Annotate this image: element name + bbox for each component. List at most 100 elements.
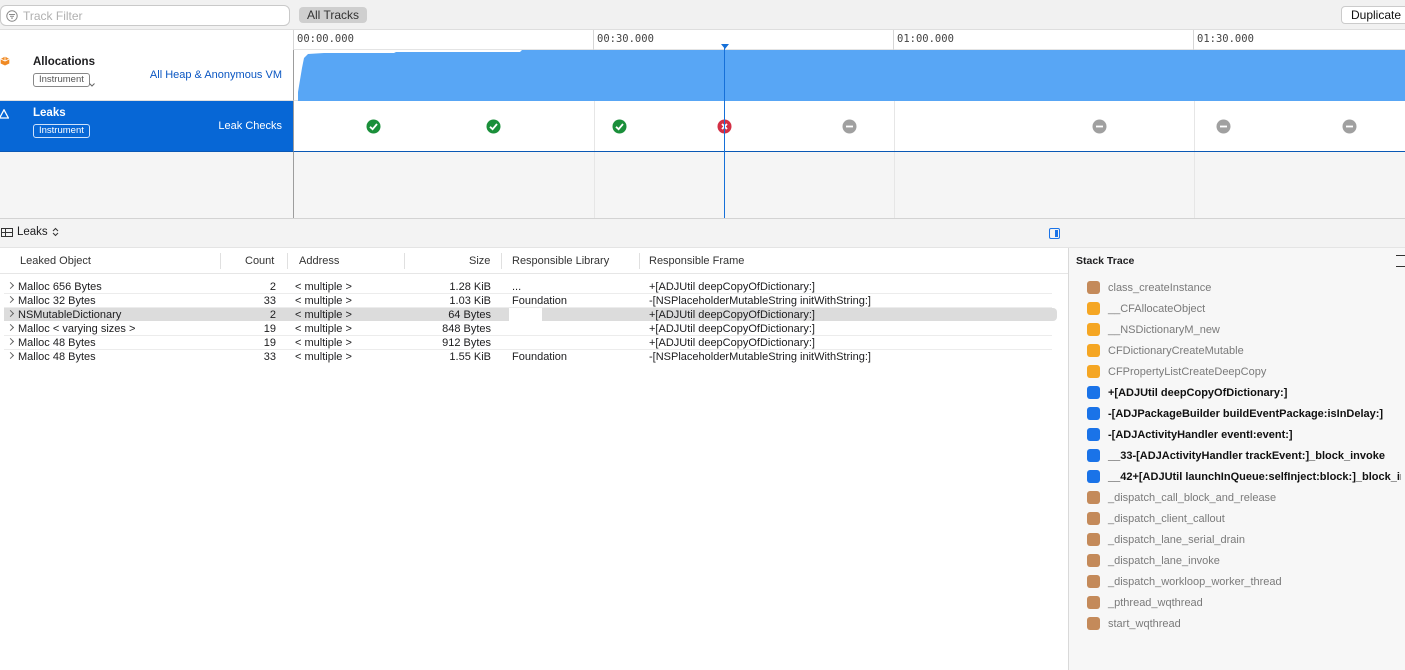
stack-frame[interactable]: CFDictionaryCreateMutable (1087, 343, 1401, 359)
leak-checks-lane[interactable] (293, 101, 1405, 152)
stack-frame[interactable]: +[ADJUtil deepCopyOfDictionary:] (1087, 385, 1401, 401)
table-row[interactable]: Malloc 48 Bytes 19 < multiple > 912 Byte… (0, 336, 1068, 350)
stack-frame[interactable]: CFPropertyListCreateDeepCopy (1087, 364, 1401, 380)
column-header-frame[interactable]: Responsible Frame (649, 255, 744, 267)
cell-frame: -[NSPlaceholderMutableString initWithStr… (649, 295, 871, 307)
table-row[interactable]: Malloc 656 Bytes 2 < multiple > 1.28 KiB… (0, 280, 1068, 294)
stack-frame-label: _dispatch_workloop_worker_thread (1108, 576, 1282, 588)
leak-check-pass-icon[interactable] (366, 119, 381, 134)
column-header-library[interactable]: Responsible Library (512, 255, 609, 267)
duplicate-button[interactable]: Duplicate (1341, 6, 1405, 24)
stack-frame[interactable]: class_createInstance (1087, 280, 1401, 296)
track-name: Allocations (33, 56, 95, 68)
table-row-selected[interactable]: NSMutableDictionary 2 < multiple > 64 By… (0, 308, 1068, 322)
leak-check-none-icon[interactable] (842, 119, 857, 134)
track-detail[interactable]: Leak Checks (218, 120, 282, 132)
stack-frame[interactable]: _dispatch_lane_serial_drain (1087, 532, 1401, 548)
cell-size: 848 Bytes (442, 323, 491, 335)
table-row[interactable]: Malloc 32 Bytes 33 < multiple > 1.03 KiB… (0, 294, 1068, 308)
disclosure-icon[interactable] (6, 351, 15, 360)
stack-frame[interactable]: start_wqthread (1087, 616, 1401, 632)
cell-object: Malloc 48 Bytes (18, 337, 96, 349)
cell-size: 1.03 KiB (449, 295, 491, 307)
cell-size: 1.28 KiB (449, 281, 491, 293)
library-icon (1087, 617, 1100, 630)
chevron-down-icon[interactable] (88, 81, 96, 89)
track-detail[interactable]: All Heap & Anonymous VM (150, 69, 282, 81)
cell-count: 33 (263, 295, 276, 307)
stack-frame[interactable]: _dispatch_lane_invoke (1087, 553, 1401, 569)
stack-frame[interactable]: _dispatch_client_callout (1087, 511, 1401, 527)
instrument-badge[interactable]: Instrument (33, 73, 90, 87)
stack-frame[interactable]: __NSDictionaryM_new (1087, 322, 1401, 338)
cell-library: ... (512, 281, 522, 293)
disclosure-icon[interactable] (6, 337, 15, 346)
timeline-ruler[interactable]: 00:00.000 00:30.000 01:00.000 01:30.000 (293, 30, 1405, 50)
column-header-size[interactable]: Size (469, 255, 490, 267)
track-name: Leaks (33, 107, 66, 119)
leak-check-none-icon[interactable] (1092, 119, 1107, 134)
column-separator[interactable] (501, 253, 502, 269)
stack-frame[interactable]: __42+[ADJUtil launchInQueue:selfInject:b… (1087, 469, 1401, 485)
playhead[interactable] (724, 46, 725, 218)
column-separator[interactable] (639, 253, 640, 269)
stack-frame-label: -[ADJActivityHandler eventI:event:] (1108, 429, 1293, 441)
stack-frame-label: start_wqthread (1108, 618, 1181, 630)
stack-frame[interactable]: _dispatch_call_block_and_release (1087, 490, 1401, 506)
disclosure-icon[interactable] (6, 323, 15, 332)
playhead-handle[interactable] (721, 44, 729, 49)
track-list-empty (0, 152, 293, 218)
track-filter-input[interactable] (23, 8, 285, 24)
stack-frame-label: __42+[ADJUtil launchInQueue:selfInject:b… (1108, 471, 1401, 483)
user-code-icon (1087, 386, 1100, 399)
stack-frame[interactable]: -[ADJPackageBuilder buildEventPackage:is… (1087, 406, 1401, 422)
cell-frame: +[ADJUtil deepCopyOfDictionary:] (649, 309, 815, 321)
stack-frame-label: _dispatch_lane_invoke (1108, 555, 1220, 567)
table-row[interactable]: Malloc 48 Bytes 33 < multiple > 1.55 KiB… (0, 350, 1068, 364)
stack-frame[interactable]: _pthread_wqthread (1087, 595, 1401, 611)
table-row[interactable]: Malloc < varying sizes > 19 < multiple >… (0, 322, 1068, 336)
stack-frame-label: _dispatch_lane_serial_drain (1108, 534, 1245, 546)
leaks-table-header: Leaked Object Count Address Size Respons… (0, 248, 1068, 274)
leak-check-pass-icon[interactable] (486, 119, 501, 134)
instrument-badge[interactable]: Instrument (33, 124, 90, 138)
stack-frame-label: __33-[ADJActivityHandler trackEvent:]_bl… (1108, 450, 1385, 462)
stack-options-icon[interactable] (1396, 255, 1405, 267)
stack-frame-label: -[ADJPackageBuilder buildEventPackage:is… (1108, 408, 1384, 420)
leak-check-none-icon[interactable] (1216, 119, 1231, 134)
library-icon (1087, 533, 1100, 546)
cell-object: Malloc 48 Bytes (18, 351, 96, 363)
library-icon (1087, 575, 1100, 588)
timeline-empty (293, 152, 1405, 218)
cell-object: NSMutableDictionary (18, 309, 122, 321)
column-header-count[interactable]: Count (245, 255, 274, 267)
track-filter[interactable] (0, 5, 290, 26)
disclosure-icon[interactable] (6, 295, 15, 304)
disclosure-icon[interactable] (6, 281, 15, 290)
cell-count: 33 (263, 351, 276, 363)
user-code-icon (1087, 449, 1100, 462)
stack-frame[interactable]: -[ADJActivityHandler eventI:event:] (1087, 427, 1401, 443)
stack-frame-label: __CFAllocateObject (1108, 303, 1206, 315)
leak-check-pass-icon[interactable] (612, 119, 627, 134)
stack-frame[interactable]: __33-[ADJActivityHandler trackEvent:]_bl… (1087, 448, 1401, 464)
leak-check-none-icon[interactable] (1342, 119, 1357, 134)
stack-frame[interactable]: _dispatch_workloop_worker_thread (1087, 574, 1401, 590)
column-separator[interactable] (287, 253, 288, 269)
allocations-graph[interactable] (293, 50, 1405, 101)
stack-trace-pane: Stack Trace class_createInstance __CFAllo… (1068, 248, 1405, 670)
stack-frame-label: class_createInstance (1108, 282, 1212, 294)
column-separator[interactable] (220, 253, 221, 269)
track-leaks[interactable]: Leaks Instrument Leak Checks (0, 101, 293, 152)
stack-frame[interactable]: __CFAllocateObject (1087, 301, 1401, 317)
column-header-address[interactable]: Address (299, 255, 339, 267)
all-tracks-button[interactable]: All Tracks (299, 7, 368, 23)
column-header-object[interactable]: Leaked Object (20, 255, 91, 267)
column-separator[interactable] (404, 253, 405, 269)
track-allocations[interactable]: Allocations Instrument All Heap & Anonym… (0, 50, 293, 101)
toolbar: All Tracks Duplicate (0, 0, 1405, 30)
stack-frame-label: CFDictionaryCreateMutable (1108, 345, 1244, 357)
cell-address: < multiple > (295, 351, 352, 363)
updown-chevron-icon (52, 227, 59, 237)
inspector-toggle-button[interactable] (1049, 228, 1060, 239)
